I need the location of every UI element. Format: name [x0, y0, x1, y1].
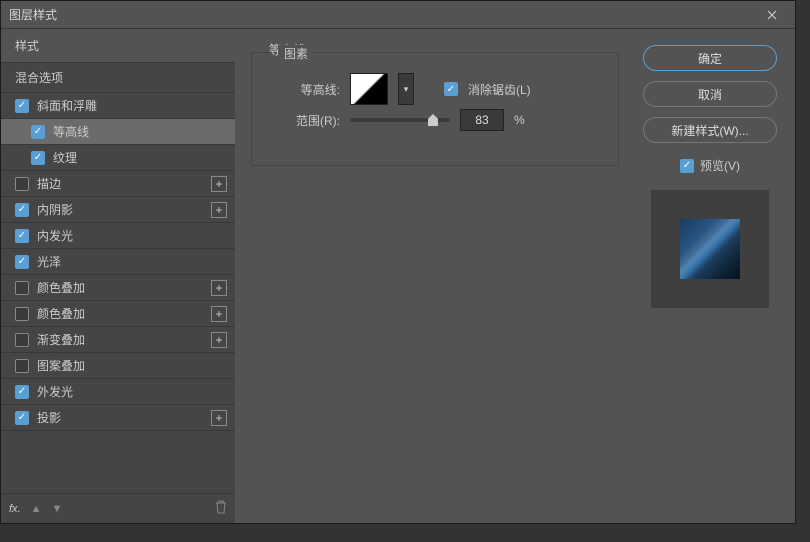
style-item-1[interactable]: 等高线 [1, 119, 235, 145]
style-label: 颜色叠加 [37, 279, 211, 296]
settings-panel: 等高线 图素 等高线: ▾ 消除锯齿(L) 范围(R): [235, 29, 635, 523]
antialias-checkbox[interactable] [444, 82, 458, 96]
new-style-button[interactable]: 新建样式(W)... [643, 117, 777, 143]
preview-image [680, 219, 740, 279]
style-checkbox[interactable] [15, 99, 29, 113]
style-checkbox[interactable] [15, 281, 29, 295]
preview-toggle-row: 预览(V) [643, 157, 777, 174]
fieldset-legend: 图素 [278, 45, 314, 62]
style-item-11[interactable]: 外发光 [1, 379, 235, 405]
range-label: 范围(R): [268, 112, 340, 129]
add-effect-icon[interactable]: + [211, 176, 227, 192]
contour-picker[interactable] [350, 73, 388, 105]
add-effect-icon[interactable]: + [211, 202, 227, 218]
titlebar[interactable]: 图层样式 [1, 1, 795, 29]
element-fieldset: 图素 等高线: ▾ 消除锯齿(L) 范围(R): 83 [251, 52, 619, 166]
add-effect-icon[interactable]: + [211, 306, 227, 322]
style-label: 光泽 [37, 253, 227, 270]
range-unit: % [514, 113, 525, 127]
styles-footer: fx. ▲ ▼ [1, 493, 235, 523]
style-item-5[interactable]: 内发光 [1, 223, 235, 249]
style-item-10[interactable]: 图案叠加 [1, 353, 235, 379]
cancel-button[interactable]: 取消 [643, 81, 777, 107]
dialog-title: 图层样式 [9, 6, 757, 23]
styles-header[interactable]: 样式 [1, 29, 235, 63]
range-value-input[interactable]: 83 [460, 109, 504, 131]
style-label: 内发光 [37, 227, 227, 244]
style-checkbox[interactable] [31, 151, 45, 165]
style-checkbox[interactable] [15, 255, 29, 269]
style-item-3[interactable]: 描边+ [1, 171, 235, 197]
action-panel: 确定 取消 新建样式(W)... 预览(V) [635, 29, 795, 523]
add-effect-icon[interactable]: + [211, 332, 227, 348]
style-item-12[interactable]: 投影+ [1, 405, 235, 431]
trash-icon[interactable] [215, 500, 227, 517]
close-button[interactable] [757, 2, 787, 28]
style-label: 斜面和浮雕 [37, 97, 227, 114]
style-label: 颜色叠加 [37, 305, 211, 322]
style-item-0[interactable]: 斜面和浮雕 [1, 93, 235, 119]
style-label: 纹理 [53, 149, 227, 166]
style-checkbox[interactable] [15, 411, 29, 425]
style-checkbox[interactable] [31, 125, 45, 139]
chevron-down-icon: ▾ [404, 84, 409, 95]
move-down-icon[interactable]: ▼ [52, 503, 63, 515]
style-item-2[interactable]: 纹理 [1, 145, 235, 171]
style-label: 投影 [37, 409, 211, 426]
style-list: 斜面和浮雕等高线纹理描边+内阴影+内发光光泽颜色叠加+颜色叠加+渐变叠加+图案叠… [1, 93, 235, 493]
fx-menu-button[interactable]: fx. [9, 503, 21, 515]
style-item-9[interactable]: 渐变叠加+ [1, 327, 235, 353]
contour-row: 等高线: ▾ 消除锯齿(L) [268, 73, 602, 105]
close-icon [767, 10, 777, 20]
blend-options-header[interactable]: 混合选项 [1, 63, 235, 93]
style-item-7[interactable]: 颜色叠加+ [1, 275, 235, 301]
style-checkbox[interactable] [15, 177, 29, 191]
add-effect-icon[interactable]: + [211, 280, 227, 296]
preview-thumbnail [651, 190, 769, 308]
style-checkbox[interactable] [15, 229, 29, 243]
ok-button[interactable]: 确定 [643, 45, 777, 71]
add-effect-icon[interactable]: + [211, 410, 227, 426]
styles-panel: 样式 混合选项 斜面和浮雕等高线纹理描边+内阴影+内发光光泽颜色叠加+颜色叠加+… [1, 29, 235, 523]
style-label: 内阴影 [37, 201, 211, 218]
dialog-body: 样式 混合选项 斜面和浮雕等高线纹理描边+内阴影+内发光光泽颜色叠加+颜色叠加+… [1, 29, 795, 523]
slider-thumb[interactable] [428, 114, 438, 126]
style-checkbox[interactable] [15, 359, 29, 373]
layer-style-dialog: 图层样式 样式 混合选项 斜面和浮雕等高线纹理描边+内阴影+内发光光泽颜色叠加+… [0, 0, 796, 524]
style-checkbox[interactable] [15, 307, 29, 321]
range-slider[interactable] [350, 118, 450, 122]
style-item-4[interactable]: 内阴影+ [1, 197, 235, 223]
style-label: 渐变叠加 [37, 331, 211, 348]
contour-dropdown[interactable]: ▾ [398, 73, 414, 105]
style-label: 图案叠加 [37, 357, 227, 374]
style-label: 描边 [37, 175, 211, 192]
style-item-8[interactable]: 颜色叠加+ [1, 301, 235, 327]
style-label: 等高线 [53, 123, 227, 140]
preview-checkbox[interactable] [680, 159, 694, 173]
style-item-6[interactable]: 光泽 [1, 249, 235, 275]
preview-label: 预览(V) [700, 157, 740, 174]
style-checkbox[interactable] [15, 333, 29, 347]
style-checkbox[interactable] [15, 385, 29, 399]
antialias-label: 消除锯齿(L) [468, 81, 531, 98]
style-label: 外发光 [37, 383, 227, 400]
contour-label: 等高线: [268, 81, 340, 98]
style-checkbox[interactable] [15, 203, 29, 217]
range-row: 范围(R): 83 % [268, 109, 602, 131]
move-up-icon[interactable]: ▲ [31, 503, 42, 515]
